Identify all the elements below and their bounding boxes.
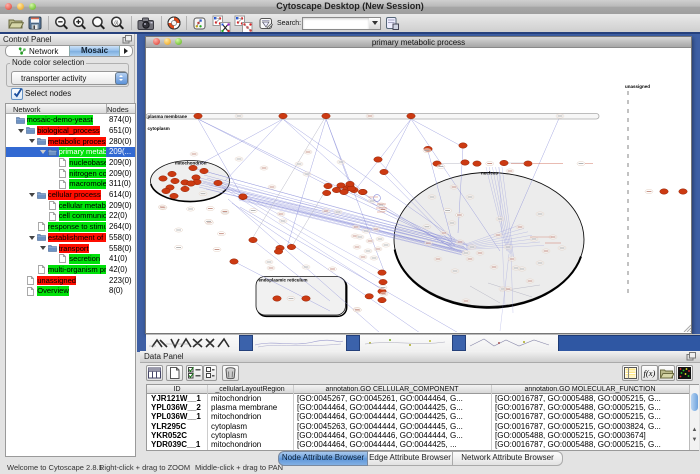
- svg-text:nucleus: nucleus: [481, 171, 499, 176]
- svg-text:cytoplasm: cytoplasm: [148, 126, 170, 131]
- svg-text:(i): (i): [114, 20, 119, 25]
- svg-text:f(x): f(x): [644, 368, 656, 378]
- svg-text:plasma membrane: plasma membrane: [148, 114, 188, 119]
- svg-text:endoplasmic reticulum: endoplasmic reticulum: [259, 278, 308, 283]
- svg-text:unassigned: unassigned: [625, 84, 650, 89]
